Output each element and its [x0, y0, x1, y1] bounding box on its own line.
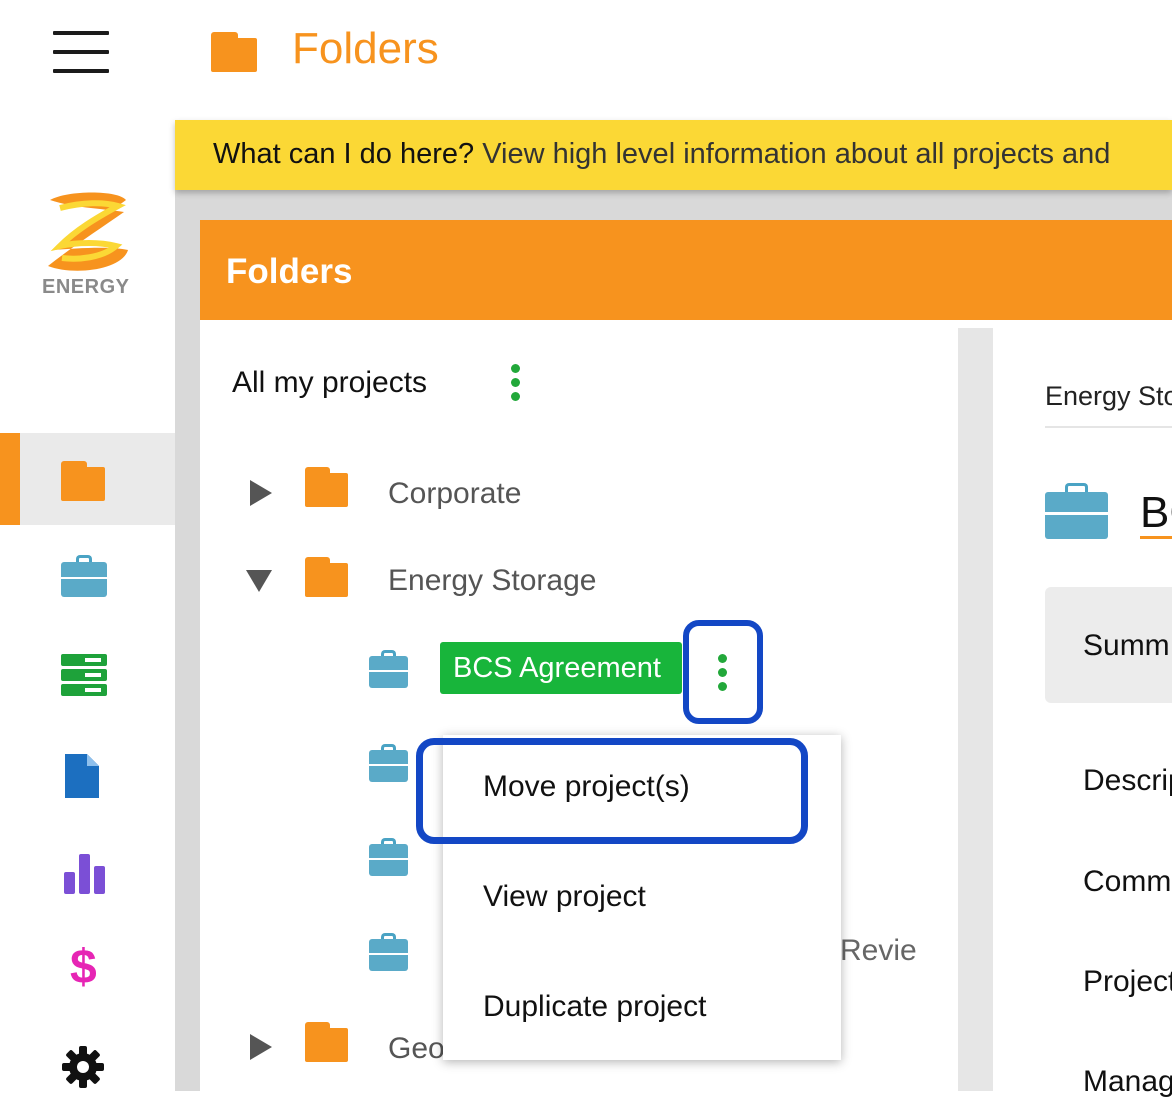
tree-project-partial[interactable]: Revie: [840, 934, 917, 968]
briefcase-icon: [369, 650, 408, 688]
nav-item-settings[interactable]: [0, 1020, 175, 1112]
help-question: What can I do here?: [213, 138, 475, 170]
gear-icon: [62, 1046, 104, 1088]
collapse-arrow-icon[interactable]: [246, 570, 272, 592]
bar-chart-icon: [64, 854, 105, 894]
nav-item-resources[interactable]: [0, 628, 175, 720]
menu-item-duplicate-project[interactable]: Duplicate project: [483, 990, 706, 1024]
folder-icon: [61, 461, 105, 501]
briefcase-icon: [1045, 483, 1108, 539]
breadcrumb[interactable]: Energy Sto: [1045, 381, 1172, 412]
page-title: Folders: [292, 24, 439, 73]
hamburger-menu-button[interactable]: [53, 31, 109, 75]
field-comments: Comm: [1083, 865, 1172, 898]
field-manager: Manag: [1083, 1065, 1172, 1098]
nav-item-reports[interactable]: [0, 828, 175, 920]
nav-item-documents[interactable]: [0, 730, 175, 822]
tree-folder-energy-storage[interactable]: Energy Storage: [388, 564, 596, 598]
nav-item-folders[interactable]: [0, 433, 175, 525]
folder-icon: [305, 557, 348, 597]
briefcase-icon: [369, 933, 408, 971]
folder-icon: [305, 1022, 348, 1062]
panel-header: Folders: [200, 220, 1172, 320]
root-kebab-icon[interactable]: [508, 364, 522, 404]
folder-icon: [305, 467, 348, 507]
expand-arrow-icon[interactable]: [250, 480, 272, 506]
briefcase-icon: [61, 555, 107, 597]
project-label: BCS Agreement: [453, 652, 661, 684]
folder-icon: [211, 32, 257, 72]
panel-title: Folders: [226, 252, 353, 291]
tree-project-bcs-agreement[interactable]: BCS Agreement: [440, 642, 682, 694]
summary-tab[interactable]: Summ: [1045, 587, 1172, 703]
dollar-icon: $: [70, 941, 97, 994]
field-description: Descrip: [1083, 764, 1172, 797]
field-project: Project: [1083, 965, 1172, 998]
project-heading: BC: [1140, 488, 1172, 537]
expand-arrow-icon[interactable]: [250, 1034, 272, 1060]
menu-item-view-project[interactable]: View project: [483, 880, 646, 914]
highlight-kebab: [683, 620, 763, 724]
nav-item-projects[interactable]: [0, 532, 175, 624]
summary-tab-label: Summ: [1083, 629, 1170, 662]
breadcrumb-underline: [1045, 426, 1172, 428]
help-text: View high level information about all pr…: [474, 138, 1111, 170]
help-banner: What can I do here? View high level info…: [175, 120, 1172, 190]
logo-text: ENERGY: [42, 276, 130, 298]
document-icon: [65, 754, 99, 798]
root-label[interactable]: All my projects: [232, 366, 427, 400]
tree-folder-geo[interactable]: Geo: [388, 1032, 445, 1066]
heading-underline: [1140, 536, 1172, 539]
nav-item-finance[interactable]: $: [0, 920, 175, 1012]
briefcase-icon: [369, 744, 408, 782]
energy-logo: ENERGY: [38, 190, 138, 300]
panel-divider[interactable]: [958, 328, 993, 1091]
server-icon: [61, 654, 107, 696]
highlight-move-item: [416, 738, 808, 844]
briefcase-icon: [369, 838, 408, 876]
tree-folder-corporate[interactable]: Corporate: [388, 477, 521, 511]
